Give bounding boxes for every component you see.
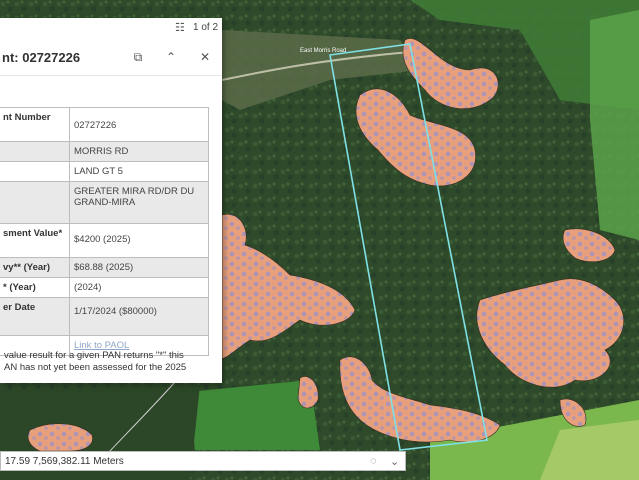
list-icon[interactable]: ☷	[175, 22, 187, 34]
attr-label: * (Year)	[0, 277, 70, 298]
dock-icon[interactable]: ⧉	[130, 49, 146, 65]
attr-label	[0, 181, 70, 224]
pager-text: 1 of 2	[193, 22, 219, 33]
coordinate-bar[interactable]: 17.59 7,569,382.11 Meters ◌ ⌄	[0, 451, 406, 471]
footnote-line: AN has not yet been assessed for the 202…	[4, 362, 187, 373]
locate-icon[interactable]: ◌	[370, 455, 377, 467]
attribute-table: nt Number 02727226 MORRIS RD LAND GT 5 GR…	[0, 107, 209, 356]
attr-value: 1/17/2024 ($80000)	[69, 297, 209, 336]
attr-value: $68.88 (2025)	[69, 257, 209, 278]
attr-label: sment Value*	[0, 223, 70, 258]
attr-label	[0, 141, 70, 162]
coordinate-readout: 17.59 7,569,382.11 Meters	[5, 456, 124, 467]
chevron-up-icon[interactable]: ⌃	[163, 49, 179, 65]
attr-label: nt Number	[0, 107, 70, 142]
popup-title: nt: 02727226	[2, 50, 81, 65]
attr-value: (2024)	[69, 277, 209, 298]
popup-divider	[0, 75, 222, 76]
attr-value: LAND GT 5	[69, 161, 209, 182]
attr-label	[0, 161, 70, 182]
attr-value: GREATER MIRA RD/DR DU GRAND-MIRA	[69, 181, 209, 224]
chevron-down-icon[interactable]: ⌄	[390, 455, 399, 468]
attr-value: MORRIS RD	[69, 141, 209, 162]
attr-value: $4200 (2025)	[69, 223, 209, 258]
close-icon[interactable]: ✕	[197, 49, 213, 65]
popup-footnote: value result for a given PAN returns "*"…	[4, 350, 214, 374]
attr-value: 02727226	[69, 107, 209, 142]
attr-label: er Date	[0, 297, 70, 336]
footnote-line: value result for a given PAN returns "*"…	[4, 350, 184, 361]
attr-label: vy** (Year)	[0, 257, 70, 278]
popup-pager: ☷ 1 of 2	[0, 18, 222, 40]
